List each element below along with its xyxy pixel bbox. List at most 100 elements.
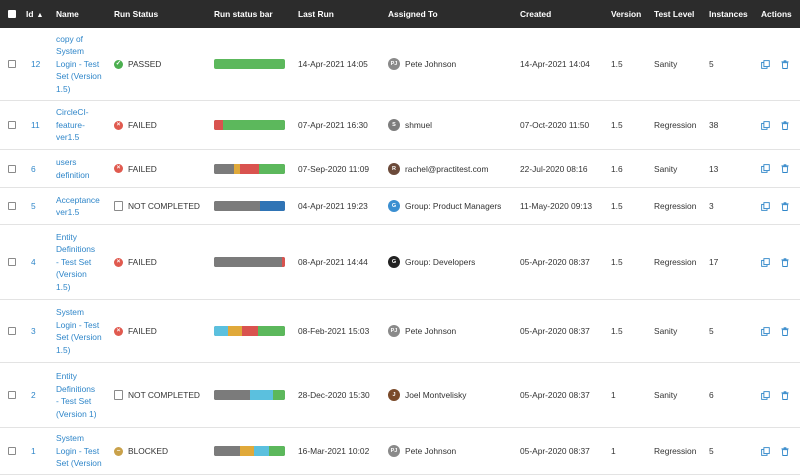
duplicate-icon[interactable] bbox=[761, 201, 770, 211]
column-header-run-status-bar[interactable]: Run status bar bbox=[214, 0, 273, 28]
trash-icon[interactable] bbox=[781, 326, 789, 336]
run-status-bar-segment bbox=[239, 446, 254, 456]
instances-cell: 38 bbox=[709, 101, 757, 149]
row-checkbox[interactable] bbox=[8, 258, 16, 266]
trash-icon[interactable] bbox=[781, 390, 789, 400]
created-date: 22-Jul-2020 08:16 bbox=[520, 163, 588, 174]
test-level-value: Sanity bbox=[654, 59, 678, 69]
row-checkbox[interactable] bbox=[8, 164, 16, 173]
duplicate-icon[interactable] bbox=[761, 164, 770, 173]
run-status-bar-segment bbox=[239, 163, 259, 174]
row-id-link[interactable]: 3 bbox=[31, 326, 36, 336]
row-checkbox-cell bbox=[8, 101, 20, 149]
row-checkbox[interactable] bbox=[8, 327, 16, 335]
test-level-value: Sanity bbox=[654, 163, 678, 174]
table-row: 12 copy of System Login - Test Set (Version 1… bbox=[0, 28, 800, 101]
column-header-run-status[interactable]: Run Status bbox=[114, 0, 158, 28]
column-header-version[interactable]: Version bbox=[611, 0, 641, 28]
last-run-cell: 04-Apr-2021 19:23 bbox=[298, 188, 386, 224]
row-id-link[interactable]: 6 bbox=[31, 164, 36, 174]
column-header-test-level[interactable]: Test Level bbox=[654, 0, 694, 28]
column-header-id[interactable]: Id ▲ bbox=[26, 0, 43, 28]
version-value: 1.6 bbox=[611, 163, 623, 174]
version-cell: 1.5 bbox=[611, 225, 651, 299]
column-header-last-run[interactable]: Last Run bbox=[298, 0, 334, 28]
row-checkbox-cell bbox=[8, 428, 20, 474]
row-checkbox[interactable] bbox=[8, 391, 16, 399]
assignee-name: Pete Johnson bbox=[405, 59, 457, 69]
duplicate-icon[interactable] bbox=[761, 120, 770, 130]
row-checkbox[interactable] bbox=[8, 447, 16, 455]
row-id-link[interactable]: 4 bbox=[31, 257, 36, 267]
run-status-bar-cell bbox=[214, 101, 290, 149]
column-header-assigned-to[interactable]: Assigned To bbox=[388, 0, 438, 28]
table-header: Id ▲ Name Run Status Run status bar Last … bbox=[0, 0, 800, 28]
row-id-link[interactable]: 1 bbox=[31, 446, 36, 456]
run-status-bar-segment bbox=[242, 326, 258, 336]
test-set-name-link[interactable]: System Login - Test Set (Version bbox=[56, 432, 114, 470]
duplicate-icon[interactable] bbox=[761, 446, 770, 456]
test-set-name-link[interactable]: users definition bbox=[56, 156, 114, 181]
test-set-name-link[interactable]: copy of System Login - Test Set (Version 1.5… bbox=[56, 33, 114, 96]
run-status-bar-segment bbox=[214, 257, 283, 267]
trash-icon[interactable] bbox=[781, 257, 789, 267]
id-cell: 12 bbox=[31, 28, 49, 100]
duplicate-icon[interactable] bbox=[761, 59, 770, 69]
test-set-name-link[interactable]: Entity Definitions - Test Set (Version 1) bbox=[56, 370, 114, 420]
row-checkbox[interactable] bbox=[8, 202, 16, 210]
x-circle-icon: × bbox=[114, 164, 123, 173]
select-all-checkbox[interactable] bbox=[8, 10, 16, 18]
test-set-name-link[interactable]: CircleCI-feature-ver1.5 bbox=[56, 106, 114, 144]
run-status-cell: ✓ PASSED bbox=[114, 28, 212, 100]
last-run-cell: 08-Feb-2021 15:03 bbox=[298, 300, 386, 362]
last-run-date: 28-Dec-2020 15:30 bbox=[298, 390, 370, 400]
row-id-link[interactable]: 11 bbox=[31, 120, 40, 130]
duplicate-icon[interactable] bbox=[761, 390, 770, 400]
column-header-instances[interactable]: Instances bbox=[709, 0, 748, 28]
name-line: copy of bbox=[56, 33, 84, 44]
row-checkbox[interactable] bbox=[8, 121, 16, 129]
row-id-link[interactable]: 12 bbox=[31, 59, 40, 69]
name-line: users bbox=[56, 157, 77, 167]
last-run-date: 08-Feb-2021 15:03 bbox=[298, 326, 370, 336]
id-cell: 4 bbox=[31, 225, 49, 299]
actions-cell bbox=[761, 300, 797, 362]
name-line: Acceptance bbox=[56, 194, 100, 205]
last-run-cell: 16-Mar-2021 10:02 bbox=[298, 428, 386, 474]
run-status-text: BLOCKED bbox=[128, 446, 169, 456]
assignee-name: rachel@practitest.com bbox=[405, 163, 489, 174]
column-header-name[interactable]: Name bbox=[56, 0, 79, 28]
instances-count: 5 bbox=[709, 59, 714, 69]
id-cell: 11 bbox=[31, 101, 49, 149]
row-checkbox[interactable] bbox=[8, 60, 16, 68]
duplicate-icon[interactable] bbox=[761, 326, 770, 336]
sort-asc-icon: ▲ bbox=[36, 12, 44, 19]
version-cell: 1 bbox=[611, 363, 651, 427]
test-set-name-link[interactable]: Acceptance ver1.5 bbox=[56, 194, 114, 219]
name-line: System bbox=[56, 433, 84, 444]
last-run-date: 14-Apr-2021 14:05 bbox=[298, 59, 368, 69]
test-level-cell: Regression bbox=[654, 428, 708, 474]
name-line: feature- bbox=[56, 119, 85, 130]
version-cell: 1 bbox=[611, 428, 651, 474]
created-date: 07-Oct-2020 11:50 bbox=[520, 120, 590, 130]
column-header-created[interactable]: Created bbox=[520, 0, 551, 28]
trash-icon[interactable] bbox=[781, 59, 789, 69]
trash-icon[interactable] bbox=[781, 120, 789, 130]
assignee-name: Group: Product Managers bbox=[405, 201, 502, 211]
row-id-link[interactable]: 2 bbox=[31, 390, 36, 400]
test-set-name-link[interactable]: Entity Definitions - Test Set (Version 1.5) bbox=[56, 231, 114, 294]
duplicate-icon[interactable] bbox=[761, 257, 770, 267]
run-status-bar-segment bbox=[214, 326, 229, 336]
assigned-to-cell: G Group: Product Managers bbox=[388, 188, 518, 224]
trash-icon[interactable] bbox=[781, 201, 789, 211]
version-value: 1.5 bbox=[611, 326, 623, 336]
row-id-link[interactable]: 5 bbox=[31, 201, 36, 211]
name-line: definition bbox=[56, 169, 90, 180]
test-set-name-link[interactable]: System Login - Test Set (Version 1.5) bbox=[56, 306, 114, 356]
trash-icon[interactable] bbox=[781, 164, 789, 173]
version-cell: 1.5 bbox=[611, 28, 651, 100]
column-header-actions: Actions bbox=[761, 9, 792, 19]
id-cell: 6 bbox=[31, 150, 49, 187]
trash-icon[interactable] bbox=[781, 446, 789, 456]
